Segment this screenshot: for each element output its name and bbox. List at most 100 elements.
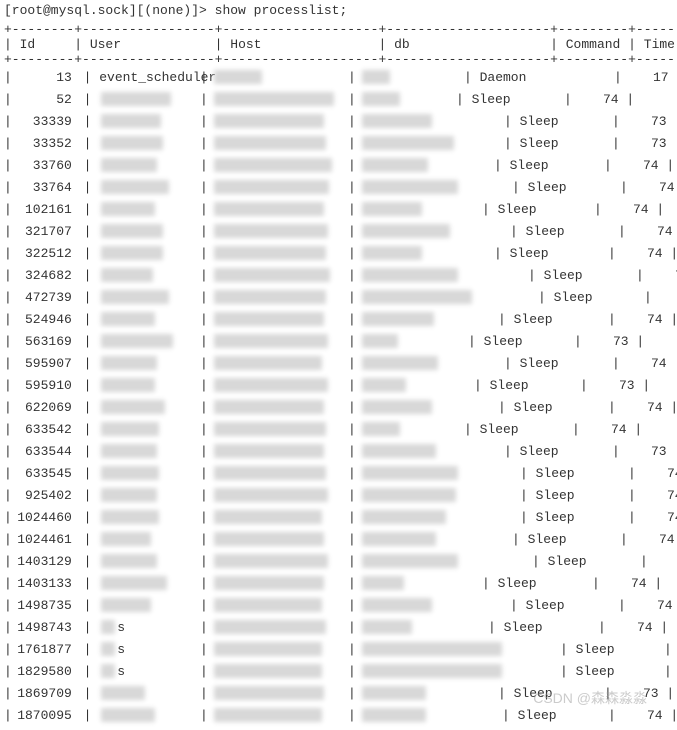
cell-user-blurred <box>101 444 157 458</box>
cell-command: | Sleep <box>560 665 615 678</box>
cell-user-blurred <box>101 510 159 524</box>
table-row: |524946 | | | | Sleep| 74 | <box>4 308 673 330</box>
cell-user-blurred <box>101 686 145 700</box>
table-row: |322512 | | | | Sleep| 74 | <box>4 242 673 264</box>
cell-command: | Sleep <box>468 335 523 348</box>
cell-id: 1024461 <box>12 533 76 546</box>
cell-host-blurred <box>214 444 324 458</box>
cell-user-blurred <box>101 334 173 348</box>
cell-command: | Daemon <box>464 71 526 84</box>
cell-host-blurred <box>214 136 326 150</box>
cell-host-blurred <box>214 268 330 282</box>
table-row: |33339 | | | | Sleep| 73 | <box>4 110 673 132</box>
cell-db-blurred <box>362 158 428 172</box>
cell-id: 1498735 <box>12 599 76 612</box>
cell-user-blurred <box>101 708 155 722</box>
table-row: |563169 | | | | Sleep| 73 | <box>4 330 673 352</box>
cell-id: 633542 <box>12 423 76 436</box>
cell-user-blurred <box>101 488 157 502</box>
cell-db-blurred <box>362 444 436 458</box>
cell-time: | 74 | <box>628 489 677 502</box>
cell-host-blurred <box>214 598 322 612</box>
cell-id: 622069 <box>12 401 76 414</box>
cell-time: | 74 | <box>618 599 677 612</box>
prompt-command: show processlist; <box>215 3 348 18</box>
cell-id: 33339 <box>12 115 76 128</box>
cell-host-blurred <box>214 422 326 436</box>
cell-db-blurred <box>362 378 406 392</box>
cell-user-blurred <box>101 92 171 106</box>
cell-db-blurred <box>362 312 434 326</box>
cell-id: 1403129 <box>12 555 76 568</box>
cell-time: | 73 | <box>612 445 677 458</box>
cell-command: | Sleep <box>464 423 519 436</box>
cell-time: | 73 | <box>612 115 677 128</box>
cell-command: | Sleep <box>510 599 565 612</box>
cell-id: 1498743 <box>12 621 76 634</box>
cell-id: 52 <box>12 93 76 106</box>
cell-command: | Sleep <box>456 93 511 106</box>
table-row: |1024460 | | | | Sleep| 74 | <box>4 506 673 528</box>
table-row: |1498735 | | | | Sleep| 74 | <box>4 594 673 616</box>
cell-user-blurred <box>101 114 161 128</box>
cell-id: 563169 <box>12 335 76 348</box>
table-row: |33352 | | | | Sleep| 73 | <box>4 132 673 154</box>
table-row: |633544 | | | | Sleep| 73 | <box>4 440 673 462</box>
cell-command: | Sleep <box>504 357 559 370</box>
divider-top: +--------+-----------------+------------… <box>4 23 673 36</box>
cell-user-blurred <box>101 378 155 392</box>
table-row: |595907 | | | | Sleep| 74 | <box>4 352 673 374</box>
cell-db-blurred <box>362 664 502 678</box>
cell-host-blurred <box>214 312 324 326</box>
cell-command: | Sleep <box>502 709 557 722</box>
cell-user-blurred <box>101 158 157 172</box>
col-time: Time <box>644 37 675 52</box>
cell-user-blurred <box>101 598 151 612</box>
cell-id: 1761877 <box>12 643 76 656</box>
cell-host-blurred <box>214 92 334 106</box>
cell-id: 595910 <box>12 379 76 392</box>
cell-command: | Sleep <box>498 313 553 326</box>
cell-command: | Sleep <box>520 489 575 502</box>
cell-db-blurred <box>362 686 426 700</box>
prompt-prefix: [root@mysql.sock][(none)]> <box>4 3 207 18</box>
cell-db-blurred <box>362 598 432 612</box>
prompt-line: [root@mysql.sock][(none)]> show processl… <box>4 4 673 17</box>
table-row: |102161 | | | | Sleep| 74 | <box>4 198 673 220</box>
cell-id: 1829580 <box>12 665 76 678</box>
cell-id: 1870095 <box>12 709 76 722</box>
cell-time: | 73 | <box>644 291 677 304</box>
cell-time: | 74 | <box>598 621 668 634</box>
cell-id: 1403133 <box>12 577 76 590</box>
cell-user-blurred <box>101 422 159 436</box>
cell-command: | Sleep <box>520 511 575 524</box>
cell-time: | 74 | <box>594 203 664 216</box>
cell-id: 524946 <box>12 313 76 326</box>
cell-db-blurred <box>362 488 456 502</box>
cell-command: | Sleep <box>510 225 565 238</box>
cell-id: 321707 <box>12 225 76 238</box>
table-header: | Id | User | Host | db | Command | Time… <box>4 36 673 53</box>
cell-command: | Sleep <box>528 269 583 282</box>
col-id: Id <box>20 37 36 52</box>
cell-user-blurred <box>101 136 163 150</box>
cell-host-blurred <box>214 334 328 348</box>
cell-db-blurred <box>362 180 458 194</box>
table-row: |1869709 | | | | Sleep| 73 | <box>4 682 673 704</box>
cell-db-blurred <box>362 114 432 128</box>
table-row: |52 | | | | Sleep| 74 | <box>4 88 673 110</box>
cell-time: | 74 | <box>636 269 677 282</box>
cell-id: 633544 <box>12 445 76 458</box>
col-command: Command <box>566 37 621 52</box>
cell-db-blurred <box>362 70 390 84</box>
cell-db-blurred <box>362 620 412 634</box>
cell-db-blurred <box>362 224 450 238</box>
cell-user-blurred <box>101 290 169 304</box>
cell-command: | Sleep <box>520 467 575 480</box>
table-row: |1829580 | s | | | Sleep| 7 <box>4 660 673 682</box>
cell-command: | Sleep <box>482 203 537 216</box>
cell-command: | Sleep <box>512 533 567 546</box>
cell-time: | 73 | <box>604 687 674 700</box>
col-host: Host <box>230 37 261 52</box>
cell-id: 13 <box>12 71 76 84</box>
